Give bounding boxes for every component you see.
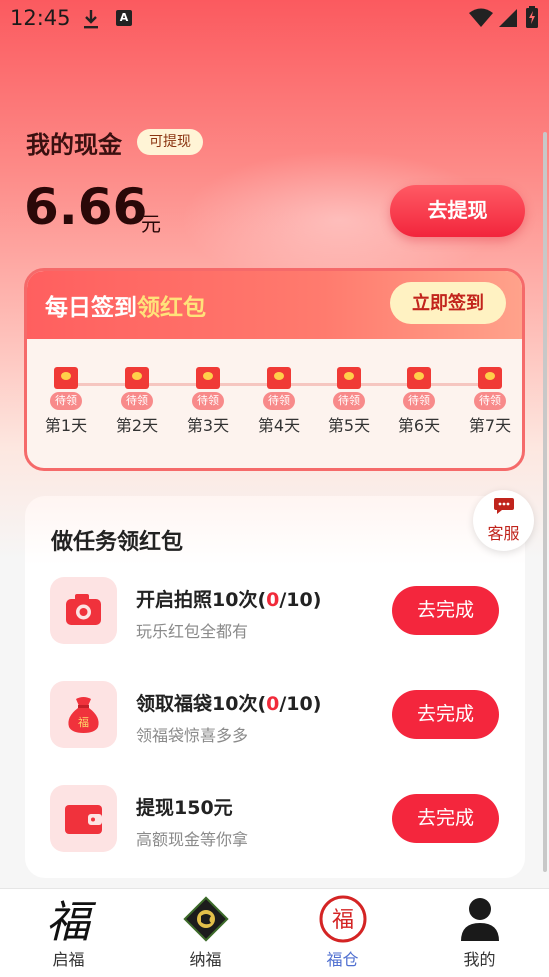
nav-label: 纳福 xyxy=(189,950,222,969)
red-envelope-icon xyxy=(267,367,291,389)
signin-day-7[interactable]: 待领 第7天 xyxy=(462,367,518,436)
svg-text:福: 福 xyxy=(46,897,97,945)
day-status: 待领 xyxy=(121,392,153,410)
nav-label: 福仓 xyxy=(326,950,359,969)
task-name: 开启拍照10次(0/10) xyxy=(136,585,321,612)
tasks-title: 做任务领红包 xyxy=(51,530,184,555)
day-status: 待领 xyxy=(403,392,435,410)
red-envelope-icon xyxy=(125,367,149,389)
task-name: 领取福袋10次(0/10) xyxy=(136,689,321,716)
diamond-emblem-icon xyxy=(183,896,229,942)
day-label: 第4天 xyxy=(257,416,301,435)
nav-label: 启福 xyxy=(52,950,85,969)
cash-unit: 元 xyxy=(141,212,161,236)
task-desc: 领福袋惊喜多多 xyxy=(136,726,249,745)
day-status: 待领 xyxy=(333,392,365,410)
signin-day-6[interactable]: 待领 第6天 xyxy=(391,367,447,436)
signin-day-2[interactable]: 待领 第2天 xyxy=(109,367,165,436)
complete-task-button[interactable]: 去完成 xyxy=(392,794,499,843)
complete-task-button[interactable]: 去完成 xyxy=(392,690,499,739)
day-label: 第5天 xyxy=(327,416,371,435)
task-icon-box: 福 xyxy=(50,681,117,748)
task-row-withdraw: 提现150元 高额现金等你拿 去完成 xyxy=(25,785,525,855)
scrollbar[interactable] xyxy=(543,132,547,872)
status-bar: 12:45 A xyxy=(0,0,549,38)
signin-title-highlight: 领红包 xyxy=(137,295,206,321)
day-label: 第7天 xyxy=(468,416,512,435)
camera-icon xyxy=(66,594,101,625)
day-status: 待领 xyxy=(192,392,224,410)
task-name-suffix: /10) xyxy=(279,589,322,611)
withdrawable-badge: 可提现 xyxy=(137,129,203,155)
signal-icon xyxy=(499,9,517,27)
nav-label: 我的 xyxy=(463,950,496,969)
signin-day-5[interactable]: 待领 第5天 xyxy=(321,367,377,436)
day-status: 待领 xyxy=(474,392,506,410)
withdraw-button[interactable]: 去提现 xyxy=(390,185,525,237)
daily-signin-card: 每日签到领红包 立即签到 待领 第1天 待领 第2天 待领 第3天 待领 第4天… xyxy=(24,268,525,471)
day-label: 第3天 xyxy=(186,416,230,435)
person-icon xyxy=(461,898,499,941)
lucky-bag-icon: 福 xyxy=(68,697,99,733)
signin-day-3[interactable]: 待领 第3天 xyxy=(180,367,236,436)
task-icon-box xyxy=(50,785,117,852)
svg-text:福: 福 xyxy=(78,715,89,729)
day-label: 第1天 xyxy=(44,416,88,435)
red-envelope-icon xyxy=(54,367,78,389)
customer-service-button[interactable]: 客服 xyxy=(473,490,534,551)
red-envelope-icon xyxy=(196,367,220,389)
nav-item-nafu[interactable]: 纳福 xyxy=(137,889,274,977)
day-status: 待领 xyxy=(50,392,82,410)
red-envelope-icon xyxy=(337,367,361,389)
tasks-card: 做任务领红包 开启拍照10次(0/10) 玩乐红包全都有 去完成 福 领取福袋1… xyxy=(25,496,525,878)
nav-item-qifu[interactable]: 福 启福 xyxy=(0,889,137,977)
fu-calligraphy-icon: 福 xyxy=(46,897,97,945)
task-name: 提现150元 xyxy=(136,793,233,820)
download-icon xyxy=(84,10,98,29)
task-progress: 0 xyxy=(266,693,280,715)
task-progress: 0 xyxy=(266,589,280,611)
task-name-prefix: 开启拍照10次( xyxy=(136,589,267,611)
complete-task-button[interactable]: 去完成 xyxy=(392,586,499,635)
wallet-icon xyxy=(65,805,102,834)
signin-button[interactable]: 立即签到 xyxy=(390,282,506,324)
signin-title-main: 每日签到 xyxy=(45,295,137,321)
task-desc: 玩乐红包全都有 xyxy=(136,622,249,641)
task-name-suffix: /10) xyxy=(279,693,322,715)
nav-item-mine[interactable]: 我的 xyxy=(411,889,548,977)
signin-day-4[interactable]: 待领 第4天 xyxy=(251,367,307,436)
wifi-icon xyxy=(469,8,493,27)
task-row-camera: 开启拍照10次(0/10) 玩乐红包全都有 去完成 xyxy=(25,577,525,647)
battery-icon xyxy=(526,6,538,28)
task-icon-box xyxy=(50,577,117,644)
task-row-lucky-bag: 福 领取福袋10次(0/10) 领福袋惊喜多多 去完成 xyxy=(25,681,525,751)
fu-circle-icon: 福 xyxy=(319,895,367,943)
notification-a-icon: A xyxy=(116,10,132,26)
task-name-prefix: 领取福袋10次( xyxy=(136,693,267,715)
status-time: 12:45 xyxy=(10,6,71,30)
signin-day-1[interactable]: 待领 第1天 xyxy=(38,367,94,436)
task-name-prefix: 提现150元 xyxy=(136,797,233,819)
red-envelope-icon xyxy=(407,367,431,389)
nav-item-fucang[interactable]: 福 福仓 xyxy=(274,889,411,977)
customer-service-label: 客服 xyxy=(487,524,520,543)
day-label: 第2天 xyxy=(115,416,159,435)
task-desc: 高额现金等你拿 xyxy=(136,830,249,849)
cash-title: 我的现金 xyxy=(26,131,122,159)
cash-amount: 6.66 xyxy=(24,178,148,236)
svg-text:福: 福 xyxy=(332,908,354,933)
signin-title: 每日签到领红包 xyxy=(45,288,206,322)
day-status: 待领 xyxy=(263,392,295,410)
day-label: 第6天 xyxy=(397,416,441,435)
bottom-nav: 福 启福 纳福 福 福仓 我的 xyxy=(0,888,549,977)
red-envelope-icon xyxy=(478,367,502,389)
signin-header: 每日签到领红包 立即签到 xyxy=(27,271,522,339)
chat-bubble-icon xyxy=(494,498,514,514)
